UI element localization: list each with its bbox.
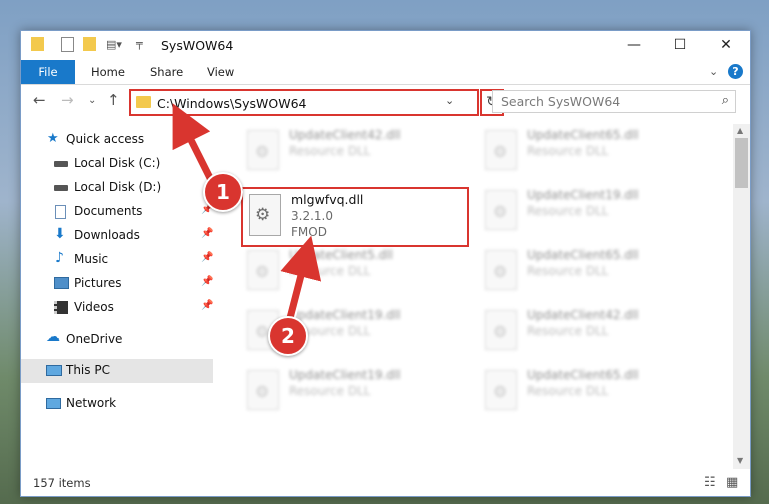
callout-arrows: [172, 103, 322, 324]
callout-badge-1: 1: [203, 172, 243, 212]
callout-badge-2: 2: [268, 316, 308, 356]
